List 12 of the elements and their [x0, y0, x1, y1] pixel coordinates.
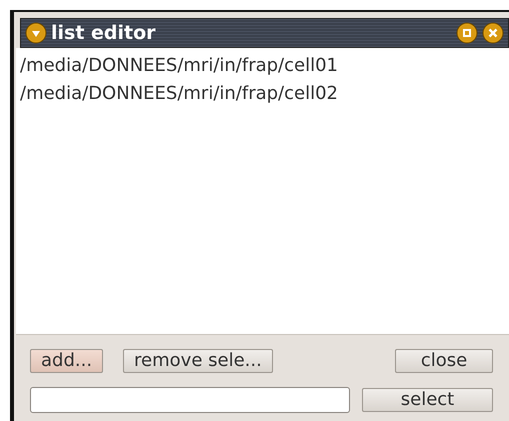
- add-button[interactable]: add...: [30, 349, 104, 373]
- remove-button[interactable]: remove sele...: [123, 349, 273, 373]
- text-field[interactable]: [30, 387, 350, 413]
- close-icon[interactable]: [482, 22, 504, 44]
- select-button[interactable]: select: [362, 388, 493, 412]
- list-item[interactable]: /media/DONNEES/mri/in/frap/cell02: [20, 80, 505, 108]
- list-box[interactable]: /media/DONNEES/mri/in/frap/cell01 /media/DONNEES/mri/in/frap/cell02: [16, 48, 509, 335]
- menu-icon[interactable]: [25, 22, 47, 44]
- window-title: list editor: [51, 24, 156, 42]
- maximize-icon[interactable]: [456, 22, 478, 44]
- list-item[interactable]: /media/DONNEES/mri/in/frap/cell01: [20, 52, 505, 80]
- close-button[interactable]: close: [395, 349, 493, 373]
